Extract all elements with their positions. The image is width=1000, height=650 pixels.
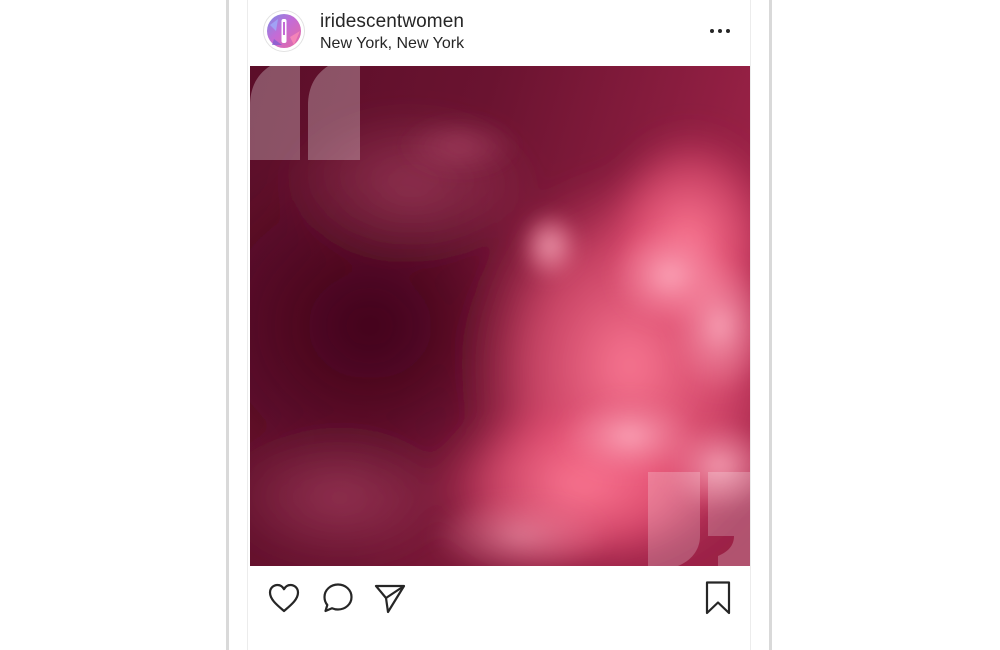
comment-icon[interactable] [320,580,356,616]
heart-icon[interactable] [266,580,302,616]
paper-plane-icon[interactable] [372,580,408,616]
post-location[interactable]: New York, New York [320,35,464,53]
post-action-bar [250,566,750,625]
post-username[interactable]: iridescentwomen [320,11,464,33]
post-image[interactable] [250,66,750,566]
more-options-icon[interactable] [706,20,734,42]
profile-avatar[interactable] [264,11,304,51]
post-header: iridescentwomen New York, New York [250,0,750,66]
iridescent-avatar-icon [264,11,304,51]
bookmark-icon[interactable] [700,580,736,616]
